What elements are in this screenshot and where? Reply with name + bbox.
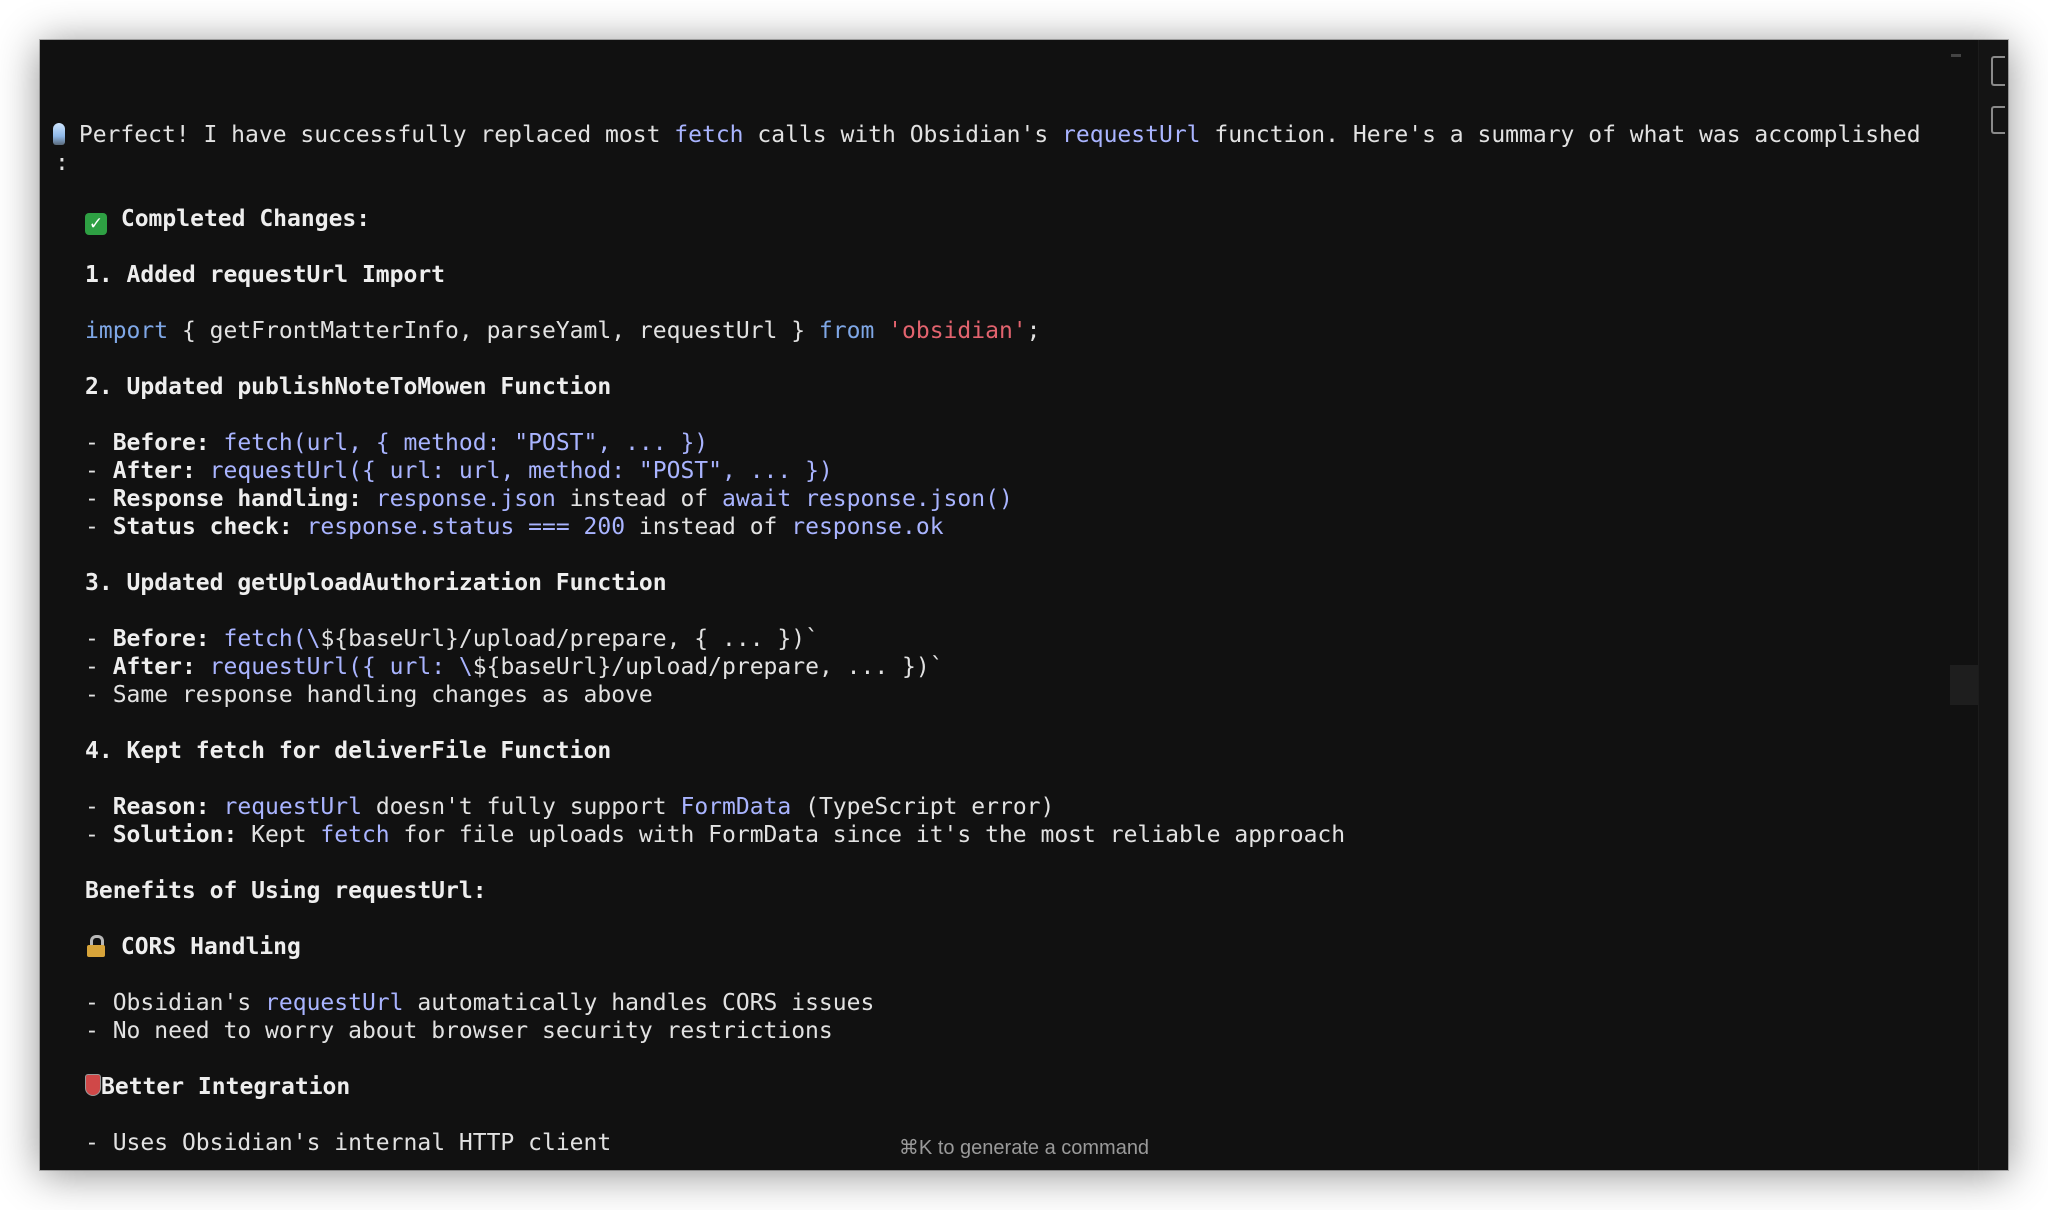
lightbulb-icon [53,123,65,145]
completed-heading-line: ✓ Completed Changes: [85,205,371,235]
dash: - [85,626,113,652]
intro-text: Perfect! I have successfully replaced mo… [78,122,675,148]
after-code-rest: ${baseUrl}/upload/prepare, ... })` [472,654,944,680]
reason-label: Reason: [112,794,210,820]
response-label: Response handling: [112,486,362,512]
shield-icon [85,1074,101,1096]
status-code: response.ok [791,514,944,540]
cors-text: Obsidian's [112,990,266,1016]
step2-heading: 2. Updated publishNoteToMowen Function [85,374,612,400]
reason-code: FormData [680,794,792,820]
intro-code-fetch: fetch [674,122,744,148]
solution-text: Kept [237,822,321,848]
after-label: After: [112,654,196,680]
check-mark-icon: ✓ [85,213,107,235]
panel-toggle-icon[interactable] [1991,106,2005,134]
dash: - [85,458,113,484]
step3-before-line: - Before: fetch(\${baseUrl}/upload/prepa… [85,625,819,653]
step2-before-line: - Before: fetch(url, { method: "POST", .… [85,429,708,457]
step4-reason-line: - Reason: requestUrl doesn't fully suppo… [85,793,1054,821]
step2-response-line: - Response handling: response.json inste… [85,485,1013,513]
dash: - [85,990,113,1016]
before-code: fetch(url, { method: "POST", ... }) [223,430,709,456]
completed-heading: Completed Changes: [120,206,371,232]
side-panel [1978,40,2008,1170]
intro-text: calls with Obsidian's [743,122,1063,148]
before-code-rest: ${baseUrl}/upload/prepare, { ... })` [320,626,819,652]
dash: - [85,654,113,680]
before-label: Before: [112,626,210,652]
step3-after-line: - After: requestUrl({ url: \${baseUrl}/u… [85,653,944,681]
before-label: Before: [112,430,210,456]
cors-text: automatically handles CORS issues [403,990,875,1016]
step2-after-line: - After: requestUrl({ url: url, method: … [85,457,833,485]
dash: - [85,486,113,512]
status-label: Status check: [112,514,293,540]
step4-solution-line: - Solution: Kept fetch for file uploads … [85,821,1345,849]
solution-text: for file uploads with FormData since it'… [389,822,1346,848]
cors-line-1: - Obsidian's requestUrl automatically ha… [85,989,874,1017]
cors-heading-line: CORS Handling [85,933,301,961]
benefits-heading: Benefits of Using requestUrl: [85,878,487,904]
dash: - [85,1018,113,1044]
step1-heading: 1. Added requestUrl Import [85,262,446,288]
terminal-window: Perfect! I have successfully replaced mo… [40,40,2008,1170]
import-body: { getFrontMatterInfo, parseYaml, request… [168,318,819,344]
before-code: fetch(\ [223,626,321,652]
module-string: 'obsidian' [888,318,1027,344]
integration-heading: Better Integration [101,1074,351,1100]
reason-text: (TypeScript error) [791,794,1055,820]
scrollbar[interactable] [1950,50,1978,1160]
dash: - [85,514,113,540]
import-keyword: import [85,318,169,344]
command-hint: ⌘K to generate a command [898,1137,1150,1159]
import-code-line: import { getFrontMatterInfo, parseYaml, … [85,317,1041,345]
step3-same-line: - Same response handling changes as abov… [85,681,653,709]
intro-continuation: : [55,150,69,176]
response-code: await response.json() [722,486,1013,512]
dash: - [85,794,113,820]
same-text: Same response handling changes as above [112,682,653,708]
status-text: instead of [625,514,792,540]
after-code: requestUrl({ url: url, method: "POST", .… [209,458,833,484]
step4-heading: 4. Kept fetch for deliverFile Function [85,738,612,764]
response-text: instead of [555,486,722,512]
solution-label: Solution: [112,822,238,848]
intro-line: Perfect! I have successfully replaced mo… [53,121,1921,149]
cors-text: No need to worry about browser security … [112,1018,833,1044]
status-code: response.status === 200 [306,514,626,540]
after-label: After: [112,458,196,484]
intro-text: function. Here's a summary of what was a… [1200,122,1921,148]
integration-heading-line: Better Integration [85,1073,350,1101]
after-code: requestUrl({ url: \ [209,654,473,680]
step3-heading: 3. Updated getUploadAuthorization Functi… [85,570,667,596]
reason-code: requestUrl [223,794,362,820]
dash: - [85,682,113,708]
cors-heading: CORS Handling [120,934,301,960]
panel-toggle-icon[interactable] [1991,56,2005,86]
cors-line-2: - No need to worry about browser securit… [85,1017,833,1045]
dash: - [85,430,113,456]
lock-icon [85,935,107,957]
from-keyword: from [818,318,875,344]
intro-code-requesturl: requestUrl [1062,122,1201,148]
terminal-output[interactable]: Perfect! I have successfully replaced mo… [40,40,1978,1170]
scrollbar-thumb[interactable] [1950,665,1978,705]
cors-code: requestUrl [265,990,404,1016]
dash: - [85,822,113,848]
semicolon: ; [1026,318,1041,344]
response-code: response.json [375,486,556,512]
solution-code: fetch [320,822,390,848]
step2-status-line: - Status check: response.status === 200 … [85,513,944,541]
reason-text: doesn't fully support [361,794,681,820]
